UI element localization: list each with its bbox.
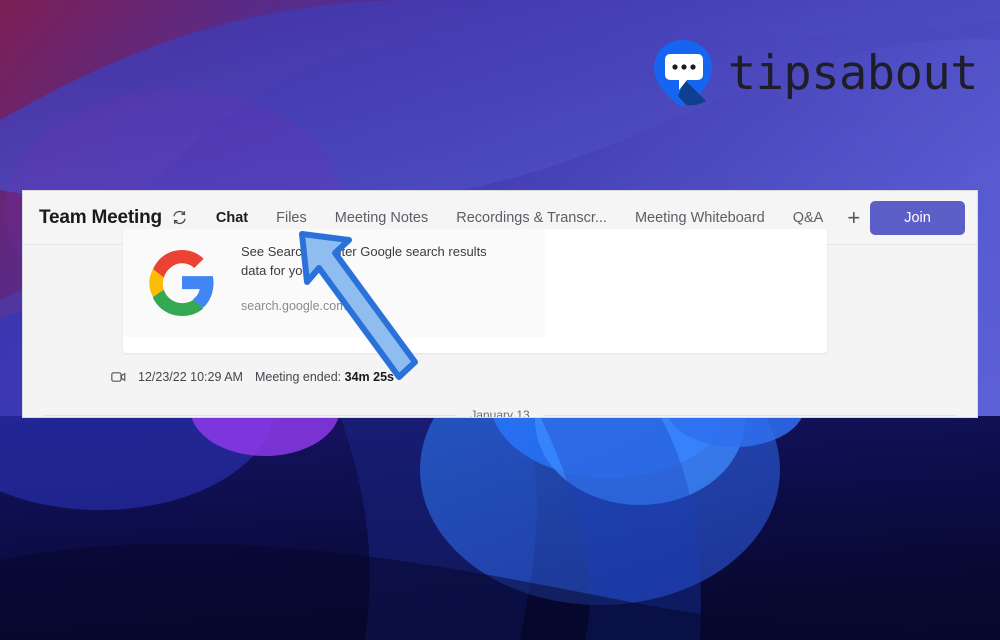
link-preview-card[interactable]: See Search ... enter Google search resul…	[123, 229, 827, 353]
tabbar-actions: Join	[870, 200, 977, 235]
meeting-time: 12/23/22 10:29 AM	[138, 370, 243, 384]
brand-logo: tipsabout	[652, 38, 979, 108]
video-camera-icon	[111, 371, 126, 383]
brand-wordmark: tipsabout	[727, 45, 979, 101]
page-title: Team Meeting	[39, 206, 162, 228]
teams-meeting-panel: Team Meeting Chat Files Meeting Notes Re…	[22, 190, 978, 418]
divider-label: January 13	[470, 408, 530, 418]
speech-bubble-pin-icon	[653, 40, 712, 107]
join-button[interactable]: Join	[870, 200, 965, 235]
table-row[interactable]: 12/23/22 10:29 AM Meeting ended: 34m 25s	[23, 370, 977, 384]
add-tab-button[interactable]: +	[837, 191, 870, 245]
google-g-icon	[123, 229, 241, 337]
sync-icon	[171, 209, 188, 226]
pointer-arrow-icon	[299, 231, 418, 380]
add-people-icon[interactable]	[975, 208, 977, 228]
date-divider-january: January 13	[43, 408, 957, 418]
divider-line-right	[543, 414, 957, 416]
divider-line-left	[43, 414, 457, 416]
meeting-chat-content: See Search ... enter Google search resul…	[23, 229, 977, 418]
